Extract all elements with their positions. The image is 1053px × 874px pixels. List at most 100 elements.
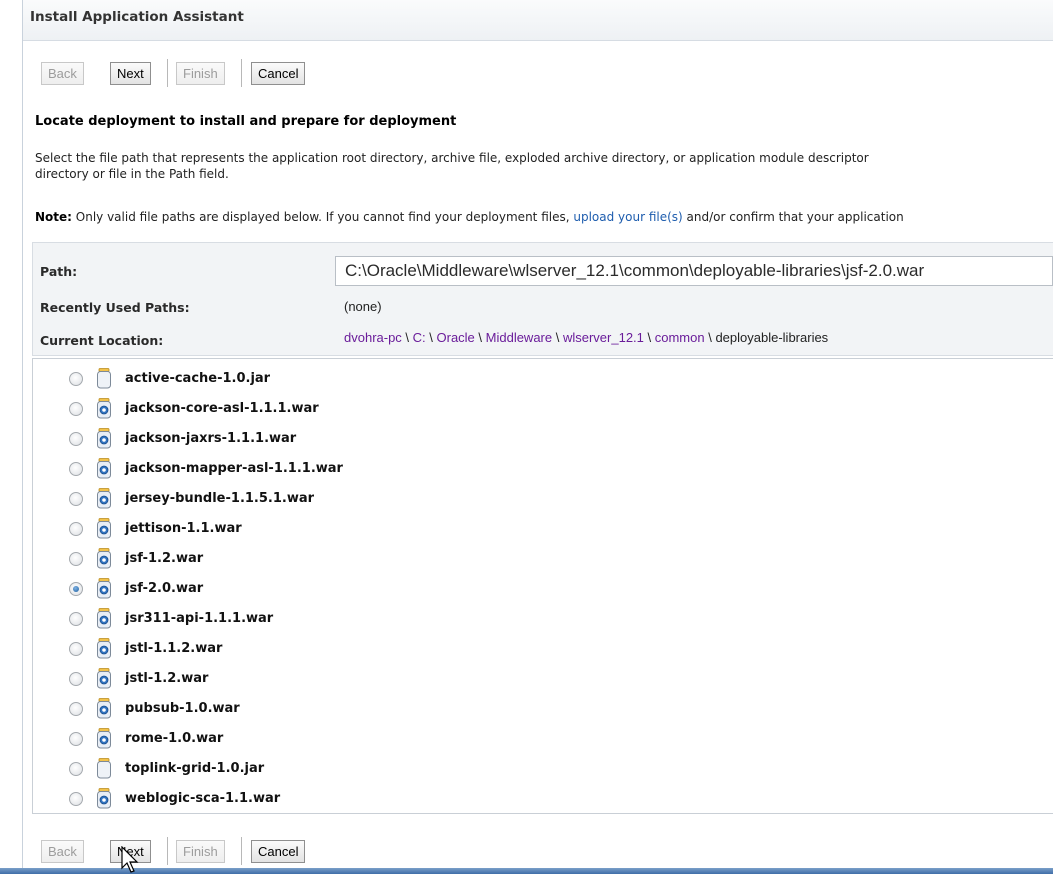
war-archive-icon — [96, 488, 112, 509]
breadcrumb-link[interactable]: Oracle — [437, 330, 475, 345]
file-radio-button[interactable] — [69, 492, 83, 506]
recent-paths-label: Recently Used Paths: — [40, 300, 190, 315]
current-location-breadcrumb: dvohra-pc \ C: \ Oracle \ Middleware \ w… — [344, 330, 829, 345]
file-name: jackson-jaxrs-1.1.1.war — [125, 431, 297, 446]
current-location-label: Current Location: — [40, 333, 164, 348]
taskbar-strip — [0, 868, 1053, 874]
title-bar: Install Application Assistant — [23, 0, 1053, 41]
toolbar-divider — [167, 59, 168, 87]
file-name: toplink-grid-1.0.jar — [125, 761, 265, 776]
war-archive-icon — [96, 668, 112, 689]
recent-paths-value: (none) — [344, 299, 382, 314]
war-archive-icon — [96, 698, 112, 719]
breadcrumb-link[interactable]: wlserver_12.1 — [563, 330, 644, 345]
toolbar-divider — [241, 59, 242, 87]
file-radio-button[interactable] — [69, 582, 83, 596]
file-name: jackson-core-asl-1.1.1.war — [125, 401, 319, 416]
file-name: jstl-1.1.2.war — [125, 641, 223, 656]
list-item[interactable]: jstl-1.2.war — [33, 665, 1053, 695]
note-body-end: and/or confirm that your application — [682, 210, 904, 224]
cancel-button-bottom[interactable]: Cancel — [251, 840, 306, 863]
file-radio-button[interactable] — [69, 612, 83, 626]
list-item[interactable]: jettison-1.1.war — [33, 515, 1053, 545]
file-radio-button[interactable] — [69, 792, 83, 806]
list-item[interactable]: jsr311-api-1.1.1.war — [33, 605, 1053, 635]
list-item[interactable]: jsf-1.2.war — [33, 545, 1053, 575]
file-name: jersey-bundle-1.1.5.1.war — [125, 491, 315, 506]
note-label: Note: — [35, 210, 72, 224]
file-name: pubsub-1.0.war — [125, 701, 240, 716]
file-name: jsf-2.0.war — [125, 581, 204, 596]
war-archive-icon — [96, 398, 112, 419]
list-item[interactable]: jsf-2.0.war — [33, 575, 1053, 605]
toolbar-divider — [167, 837, 168, 865]
finish-button-bottom[interactable]: Finish — [176, 840, 225, 863]
list-item[interactable]: jackson-jaxrs-1.1.1.war — [33, 425, 1053, 455]
back-button-bottom[interactable]: Back — [41, 840, 84, 863]
note-text: Note: Only valid file paths are displaye… — [35, 210, 1053, 224]
breadcrumb-link[interactable]: common — [655, 330, 705, 345]
war-archive-icon — [96, 728, 112, 749]
instructions-text: Select the file path that represents the… — [35, 150, 1053, 182]
file-radio-button[interactable] — [69, 642, 83, 656]
list-item[interactable]: jersey-bundle-1.1.5.1.war — [33, 485, 1053, 515]
list-item[interactable]: jstl-1.1.2.war — [33, 635, 1053, 665]
next-button-top[interactable]: Next — [110, 62, 151, 85]
list-item[interactable]: active-cache-1.0.jar — [33, 365, 1053, 395]
path-label: Path: — [40, 264, 78, 279]
file-radio-button[interactable] — [69, 702, 83, 716]
deployment-file-list: active-cache-1.0.jar jackson-core-asl-1.1… — [32, 358, 1053, 814]
list-item[interactable]: pubsub-1.0.war — [33, 695, 1053, 725]
list-item[interactable]: rome-1.0.war — [33, 725, 1053, 755]
instructions-line-1: Select the file path that represents the… — [35, 151, 869, 165]
list-item[interactable]: jackson-mapper-asl-1.1.1.war — [33, 455, 1053, 485]
file-radio-button[interactable] — [69, 372, 83, 386]
list-item[interactable]: weblogic-sca-1.1.war — [33, 785, 1053, 815]
cancel-button-top[interactable]: Cancel — [251, 62, 306, 85]
file-name: jettison-1.1.war — [125, 521, 242, 536]
jar-archive-icon — [96, 758, 112, 779]
file-radio-button[interactable] — [69, 402, 83, 416]
breadcrumb-current: deployable-libraries — [715, 330, 829, 345]
file-radio-button[interactable] — [69, 462, 83, 476]
page-heading: Locate deployment to install and prepare… — [35, 114, 457, 129]
file-name: weblogic-sca-1.1.war — [125, 791, 281, 806]
file-name: active-cache-1.0.jar — [125, 371, 271, 386]
file-name: rome-1.0.war — [125, 731, 224, 746]
war-archive-icon — [96, 788, 112, 809]
list-item[interactable]: toplink-grid-1.0.jar — [33, 755, 1053, 785]
war-archive-icon — [96, 608, 112, 629]
note-body-start: Only valid file paths are displayed belo… — [71, 210, 574, 224]
war-archive-icon — [96, 458, 112, 479]
breadcrumb-link[interactable]: dvohra-pc — [344, 330, 402, 345]
war-archive-icon — [96, 548, 112, 569]
war-archive-icon — [96, 518, 112, 539]
file-name: jsr311-api-1.1.1.war — [125, 611, 274, 626]
location-info-box: Path: Recently Used Paths: (none) Curren… — [32, 242, 1053, 356]
breadcrumb-link[interactable]: Middleware — [486, 330, 552, 345]
file-name: jsf-1.2.war — [125, 551, 204, 566]
file-name: jackson-mapper-asl-1.1.1.war — [125, 461, 343, 476]
mouse-pointer-icon — [121, 846, 139, 873]
breadcrumb-link[interactable]: C: — [413, 330, 426, 345]
file-radio-button[interactable] — [69, 552, 83, 566]
window-title: Install Application Assistant — [30, 9, 244, 25]
toolbar-divider — [241, 837, 242, 865]
list-item[interactable]: jackson-core-asl-1.1.1.war — [33, 395, 1053, 425]
file-radio-button[interactable] — [69, 672, 83, 686]
back-button-top[interactable]: Back — [41, 62, 84, 85]
finish-button-top[interactable]: Finish — [176, 62, 225, 85]
file-radio-button[interactable] — [69, 432, 83, 446]
file-radio-button[interactable] — [69, 762, 83, 776]
file-name: jstl-1.2.war — [125, 671, 209, 686]
path-input[interactable] — [335, 256, 1053, 286]
jar-archive-icon — [96, 368, 112, 389]
file-radio-button[interactable] — [69, 522, 83, 536]
instructions-line-2: directory or file in the Path field. — [35, 167, 229, 181]
war-archive-icon — [96, 638, 112, 659]
upload-files-link[interactable]: upload your file(s) — [573, 210, 682, 224]
war-archive-icon — [96, 578, 112, 599]
war-archive-icon — [96, 428, 112, 449]
file-radio-button[interactable] — [69, 732, 83, 746]
install-assistant-panel: Install Application Assistant Back Next … — [22, 0, 1053, 874]
